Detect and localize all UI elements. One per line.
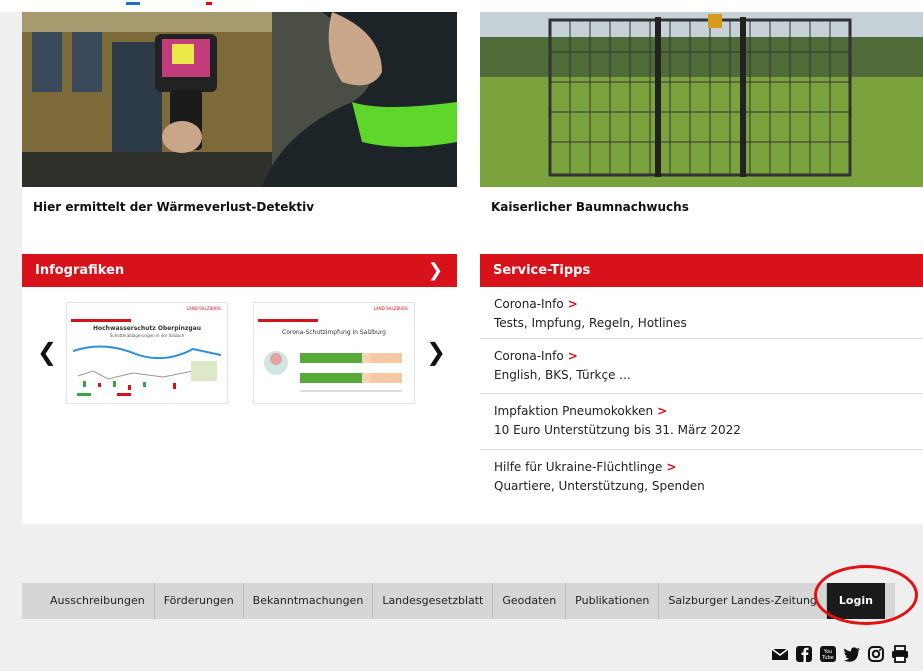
service-tip-desc: Tests, Impfung, Regeln, Hotlines	[494, 316, 687, 330]
infografiken-title: Infografiken	[35, 263, 125, 278]
corona-chart-thumbnail	[264, 351, 402, 392]
social-icons: You Tube	[771, 645, 909, 663]
chevron-right-icon: >	[567, 297, 578, 311]
chevron-right-icon: >	[657, 404, 668, 418]
infografik-title: Hochwasserschutz Oberpinzgau	[92, 325, 201, 332]
infografik-card-corona[interactable]: LAND SALZBURG Corona-Schutzimpfung in Sa…	[253, 302, 415, 404]
chevron-right-icon: >	[666, 460, 677, 474]
infografiken-header[interactable]: Infografiken ❯	[22, 254, 457, 287]
mail-icon[interactable]	[771, 645, 789, 663]
service-tip-corona-info-languages[interactable]: Corona-Info > English, BKS, Türkçe ...	[480, 339, 923, 394]
footer-nav: Ausschreibungen Förderungen Bekanntmachu…	[22, 583, 895, 619]
top-link-fragment[interactable]	[126, 2, 140, 5]
land-salzburg-logo: LAND SALZBURG	[373, 306, 408, 311]
youtube-icon[interactable]: You Tube	[819, 645, 837, 663]
facebook-icon[interactable]	[795, 645, 813, 663]
footer-link-foerderungen[interactable]: Förderungen	[155, 583, 244, 619]
land-salzburg-logo: LAND SALZBURG	[186, 306, 221, 311]
service-tip-title[interactable]: Corona-Info	[494, 297, 564, 311]
chevron-right-icon: >	[567, 349, 578, 363]
service-tip-ukraine[interactable]: Hilfe für Ukraine-Flüchtlinge > Quartiere…	[480, 450, 923, 506]
top-strip	[0, 0, 923, 12]
article-caption-tree[interactable]: Kaiserlicher Baumnachwuchs	[491, 200, 689, 214]
instagram-icon[interactable]	[867, 645, 885, 663]
service-tip-title[interactable]: Corona-Info	[494, 349, 564, 363]
highlight-circle-annotation	[814, 565, 918, 625]
service-tip-desc: Quartiere, Unterstützung, Spenden	[494, 479, 705, 493]
footer-link-landes-zeitung[interactable]: Salzburger Landes-Zeitung	[659, 583, 827, 619]
infografik-card-hochwasser[interactable]: LAND SALZBURG Hochwasserschutz Oberpinzg…	[66, 302, 228, 404]
twitter-icon[interactable]	[843, 645, 861, 663]
article-caption-thermal[interactable]: Hier ermittelt der Wärmeverlust-Detektiv	[33, 200, 314, 214]
infografik-subtitle: Schotterablagerungen in der Salzach	[109, 333, 185, 338]
service-tip-title[interactable]: Hilfe für Ukraine-Flüchtlinge	[494, 460, 662, 474]
service-tip-desc: English, BKS, Türkçe ...	[494, 368, 631, 382]
top-accent-fragment	[206, 2, 212, 5]
service-tip-corona-info[interactable]: Corona-Info > Tests, Impfung, Regeln, Hot…	[480, 287, 923, 339]
footer-link-geodaten[interactable]: Geodaten	[493, 583, 567, 619]
footer-link-ausschreibungen[interactable]: Ausschreibungen	[22, 583, 155, 619]
carousel-prev-arrow-icon[interactable]: ❮	[37, 338, 57, 366]
service-tipps-title: Service-Tipps	[493, 263, 591, 278]
hochwasser-chart-thumbnail	[73, 345, 221, 396]
article-image-fence[interactable]	[480, 12, 923, 187]
footer-link-publikationen[interactable]: Publikationen	[566, 583, 660, 619]
carousel-next-arrow-icon[interactable]: ❯	[426, 338, 446, 366]
service-tip-pneumokokken[interactable]: Impfaktion Pneumokokken > 10 Euro Unterst…	[480, 394, 923, 450]
service-tip-title[interactable]: Impfaktion Pneumokokken	[494, 404, 653, 418]
chevron-right-icon[interactable]: ❯	[428, 254, 443, 287]
infografik-title: Corona-Schutzimpfung in Salzburg	[282, 329, 386, 336]
print-icon[interactable]	[891, 645, 909, 663]
footer-link-landesgesetzblatt[interactable]: Landesgesetzblatt	[373, 583, 494, 619]
service-tip-desc: 10 Euro Unterstützung bis 31. März 2022	[494, 423, 741, 437]
service-tipps-header: Service-Tipps	[480, 254, 923, 287]
footer-link-bekanntmachungen[interactable]: Bekanntmachungen	[244, 583, 374, 619]
article-image-thermal-camera[interactable]	[22, 12, 457, 187]
svg-text:Tube: Tube	[821, 655, 834, 661]
